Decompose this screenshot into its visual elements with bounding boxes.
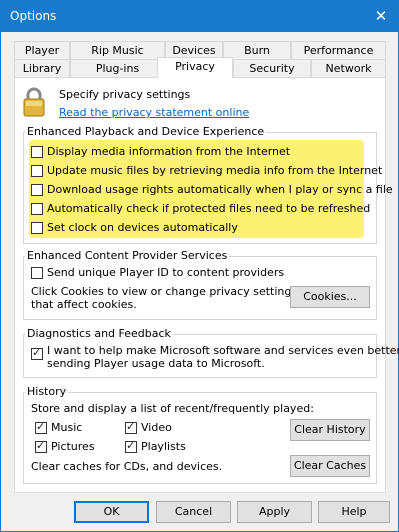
cookies-text-line2: that affect cookies. [31, 298, 137, 311]
tab-privacy[interactable]: Privacy [157, 57, 233, 78]
history-playlists-label: Playlists [141, 440, 186, 453]
display-media-info-label: Display media information from the Inter… [47, 145, 291, 158]
download-usage-rights-checkbox[interactable] [31, 184, 43, 196]
privacy-panel: Specify privacy settings Read the privac… [14, 77, 399, 493]
tab-library[interactable]: Library [14, 59, 70, 77]
display-media-info-checkbox[interactable] [31, 146, 43, 158]
apply-button[interactable]: Apply [237, 501, 312, 523]
set-clock-checkbox[interactable] [31, 222, 43, 234]
set-clock-label: Set clock on devices automatically [47, 221, 238, 234]
options-dialog: Options ✕ Player Rip Music Devices Burn … [0, 0, 399, 532]
tab-performance[interactable]: Performance [291, 41, 386, 59]
history-video-label: Video [141, 421, 172, 434]
tab-plug-ins[interactable]: Plug-ins [70, 59, 165, 77]
tab-rip-music[interactable]: Rip Music [70, 41, 165, 59]
update-music-files-label: Update music files by retrieving media i… [47, 164, 383, 177]
usage-data-line1: I want to help make Microsoft software a… [47, 344, 399, 357]
ok-button[interactable]: OK [74, 501, 149, 523]
cookies-text-line1: Click Cookies to view or change privacy … [31, 285, 298, 298]
history-description: Store and display a list of recent/frequ… [31, 402, 314, 415]
cookies-button[interactable]: Cookies... [290, 286, 370, 308]
tab-security[interactable]: Security [233, 59, 311, 77]
help-button[interactable]: Help [318, 501, 390, 523]
tab-player[interactable]: Player [14, 41, 70, 59]
close-icon[interactable]: ✕ [364, 1, 398, 32]
window-title: Options [10, 9, 57, 23]
update-music-files-checkbox[interactable] [31, 165, 43, 177]
usage-data-line2: sending Player usage data to Microsoft. [47, 357, 265, 370]
title-bar[interactable]: Options ✕ [1, 1, 398, 32]
history-pictures-label: Pictures [51, 440, 95, 453]
tab-network[interactable]: Network [311, 59, 386, 77]
usage-data-checkbox[interactable] [31, 346, 43, 360]
clear-history-button[interactable]: Clear History [290, 419, 370, 441]
history-music-label: Music [51, 421, 83, 434]
lock-icon [23, 87, 45, 117]
check-protected-files-checkbox[interactable] [31, 203, 43, 215]
send-player-id-label: Send unique Player ID to content provide… [47, 266, 285, 279]
diagnostics-group-title: Diagnostics and Feedback [25, 327, 173, 340]
history-video-checkbox[interactable] [125, 420, 137, 434]
clear-caches-button[interactable]: Clear Caches [290, 455, 370, 477]
send-player-id-checkbox[interactable] [31, 267, 43, 279]
tab-burn[interactable]: Burn [223, 41, 291, 59]
history-pictures-checkbox[interactable] [35, 439, 47, 453]
privacy-statement-link[interactable]: Read the privacy statement online [59, 106, 249, 119]
history-group-title: History [25, 385, 69, 398]
privacy-header-text: Specify privacy settings [59, 88, 191, 101]
playback-group-title: Enhanced Playback and Device Experience [25, 125, 267, 138]
clear-caches-text: Clear caches for CDs, and devices. [31, 460, 223, 473]
history-playlists-checkbox[interactable] [125, 439, 137, 453]
provider-group-title: Enhanced Content Provider Services [25, 249, 230, 262]
check-protected-files-label: Automatically check if protected files n… [47, 202, 371, 215]
cancel-button[interactable]: Cancel [156, 501, 231, 523]
history-music-checkbox[interactable] [35, 420, 47, 434]
download-usage-rights-label: Download usage rights automatically when… [47, 183, 393, 196]
